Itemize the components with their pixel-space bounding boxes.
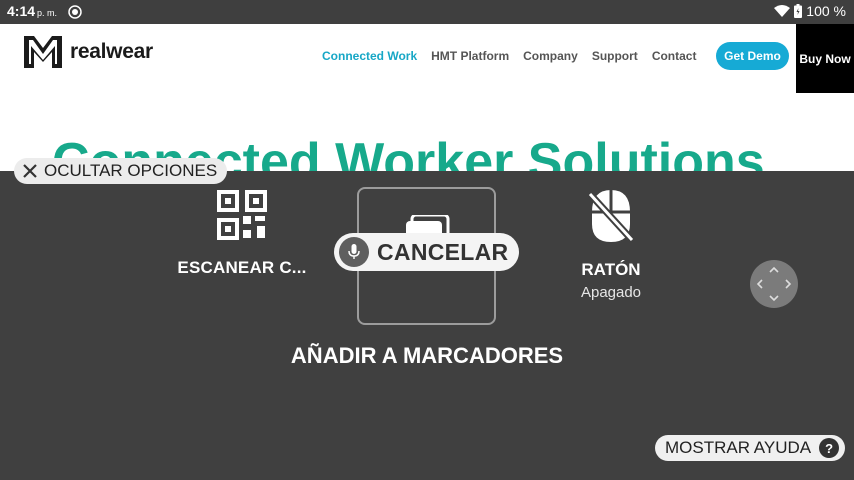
status-bar: 4:14 p. m. 100 % [0, 0, 854, 24]
navigation-dpad[interactable] [750, 260, 798, 308]
mouse-option[interactable]: RATÓN Apagado [560, 188, 662, 301]
show-help-button[interactable]: MOSTRAR AYUDA ? [655, 435, 846, 461]
battery-icon [794, 4, 803, 18]
mic-badge [339, 237, 369, 267]
hide-options-label: OCULTAR OPCIONES [44, 161, 218, 180]
clock-time: 4:14 [7, 3, 36, 19]
nav-contact[interactable]: Contact [652, 49, 697, 63]
get-demo-button[interactable]: Get Demo [716, 42, 789, 70]
cancel-button[interactable]: CANCELAR [334, 233, 519, 271]
nav-hmt-platform[interactable]: HMT Platform [431, 49, 509, 63]
scan-code-label: ESCANEAR C... [177, 258, 307, 277]
nav-company[interactable]: Company [523, 49, 578, 63]
clock: 4:14 p. m. [7, 3, 57, 19]
battery-percent: 100 % [806, 3, 846, 19]
status-right: 100 % [774, 3, 846, 19]
microphone-icon [348, 244, 360, 259]
buy-now-button[interactable]: Buy Now [796, 24, 854, 93]
nav-support[interactable]: Support [592, 49, 638, 63]
nav-connected-work[interactable]: Connected Work [322, 49, 417, 63]
close-icon [23, 164, 37, 178]
show-help-label: MOSTRAR AYUDA [665, 438, 812, 457]
qr-code-icon [217, 190, 267, 240]
realwear-logo-icon [24, 36, 62, 68]
add-bookmark-label: AÑADIR A MARCADORES [290, 343, 564, 368]
main-nav: Connected Work HMT Platform Company Supp… [322, 49, 696, 63]
notification-icon [68, 5, 82, 19]
hide-options-button[interactable]: OCULTAR OPCIONES [14, 158, 228, 184]
scan-code-option[interactable]: ESCANEAR C... [170, 190, 314, 278]
wifi-icon [774, 5, 791, 17]
help-icon: ? [819, 438, 840, 458]
dpad-arrows-icon [756, 266, 792, 302]
realwear-logo[interactable]: realwear [22, 34, 153, 70]
mouse-off-icon [587, 190, 635, 243]
brand-name: realwear [70, 40, 153, 63]
mouse-status: Apagado [580, 284, 642, 301]
website-page: realwear Connected Work HMT Platform Com… [0, 24, 854, 171]
mouse-label: RATÓN [581, 260, 641, 279]
cancel-label: CANCELAR [377, 238, 509, 265]
clock-ampm: p. m. [37, 8, 58, 18]
